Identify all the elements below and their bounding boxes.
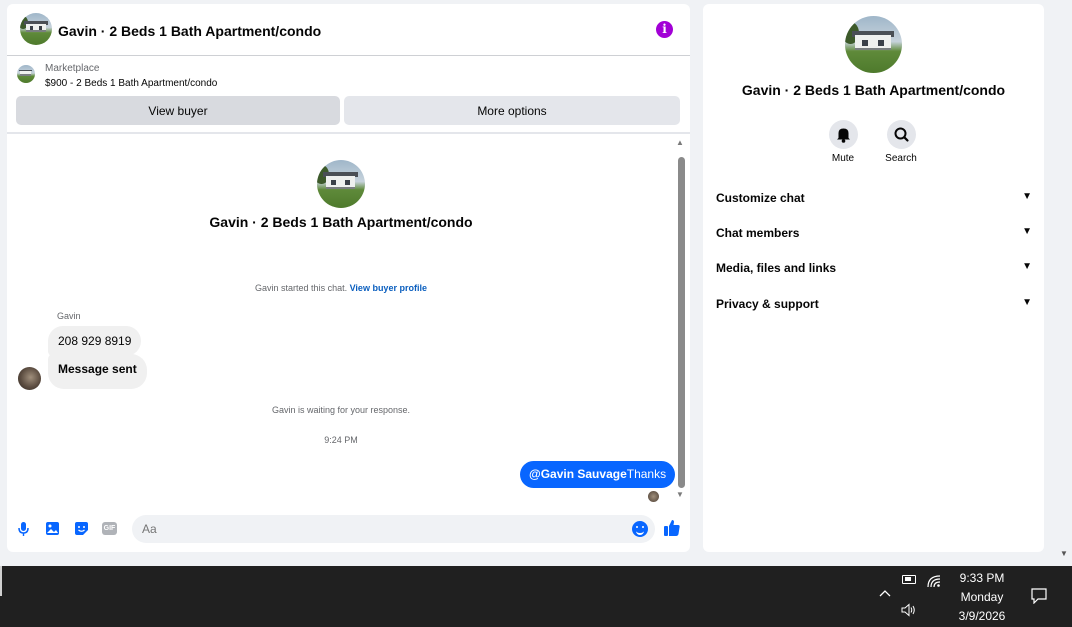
clock-day[interactable]: Monday [952,590,1012,604]
message-bubble-incoming[interactable]: Message sent [48,354,147,389]
search-button[interactable]: Search [871,120,931,164]
taskbar: 9:33 PM Monday 3/9/2026 [0,566,1072,627]
chat-avatar[interactable] [20,13,52,45]
info-avatar[interactable] [845,16,902,73]
chevron-down-icon: ▼ [1022,297,1032,308]
waiting-notice: Gavin is waiting for your response. [271,405,411,415]
more-options-button[interactable]: More options [344,96,680,125]
battery-icon[interactable] [902,575,916,584]
chat-header: Gavin · 2 Beds 1 Bath Apartment/condo i [7,4,690,56]
scroll-down-arrow[interactable]: ▼ [676,490,684,499]
chevron-down-icon: ▼ [1022,261,1032,272]
sticker-icon[interactable] [73,520,90,537]
sender-name: Gavin [57,311,81,321]
conversation-title: Gavin · 2 Beds 1 Bath Apartment/condo [209,214,473,230]
message-input[interactable] [132,515,655,543]
message-bubble-outgoing[interactable]: @Gavin SauvageThanks [520,461,676,488]
info-panel: Gavin · 2 Beds 1 Bath Apartment/condo Mu… [703,4,1044,552]
info-icon[interactable]: i [656,21,673,38]
chat-started-text: Gavin started this chat. [255,283,348,293]
conversation-avatar [317,160,365,208]
taskbar-edge [0,566,2,596]
clock-date[interactable]: 3/9/2026 [952,609,1012,623]
section-privacy-support[interactable]: Privacy & support ▼ [716,297,1032,311]
view-buyer-button[interactable]: View buyer [16,96,340,125]
wifi-icon[interactable] [927,574,941,588]
page-scroll-down-arrow[interactable]: ▼ [1060,549,1068,558]
section-media-files-links[interactable]: Media, files and links ▼ [716,261,1032,275]
message-text: Thanks [626,467,667,481]
emoji-icon[interactable] [632,521,648,537]
mic-icon[interactable] [15,520,32,537]
section-chat-members[interactable]: Chat members ▼ [716,226,1032,240]
section-label: Privacy & support [716,297,819,311]
seen-indicator-avatar [648,491,659,502]
scroll-up-arrow[interactable]: ▲ [676,138,684,147]
view-buyer-profile-link[interactable]: View buyer profile [350,283,427,293]
section-customize-chat[interactable]: Customize chat ▼ [716,191,1032,205]
listing-source: Marketplace [45,63,100,74]
sender-avatar[interactable] [18,367,41,390]
search-icon [894,127,909,142]
mute-label: Mute [831,153,855,164]
scrollbar-thumb[interactable] [678,157,685,488]
image-icon[interactable] [44,520,61,537]
divider [7,132,690,134]
clock-time[interactable]: 9:33 PM [952,571,1012,585]
chevron-down-icon: ▼ [1022,191,1032,202]
chat-panel: Gavin · 2 Beds 1 Bath Apartment/condo i … [7,4,690,552]
like-icon[interactable] [662,518,682,538]
section-label: Media, files and links [716,261,837,275]
mention[interactable]: @Gavin Sauvage [529,467,627,481]
search-label: Search [885,153,917,164]
chat-started-notice: Gavin started this chat. View buyer prof… [7,283,675,293]
chat-title[interactable]: Gavin · 2 Beds 1 Bath Apartment/condo [58,23,321,39]
gif-icon[interactable]: GIF [102,522,117,535]
section-label: Chat members [716,226,800,240]
bell-icon [836,128,850,143]
listing-title[interactable]: $900 - 2 Beds 1 Bath Apartment/condo [45,78,217,89]
listing-thumbnail[interactable] [17,65,35,83]
info-title: Gavin · 2 Beds 1 Bath Apartment/condo [741,82,1006,98]
message-bubble-incoming[interactable]: 208 929 8919 [48,326,142,356]
section-label: Customize chat [716,191,805,205]
message-timestamp: 9:24 PM [324,435,358,445]
chevron-down-icon: ▼ [1022,226,1032,237]
notification-icon[interactable] [1031,588,1047,605]
chevron-up-icon[interactable] [879,586,891,598]
mute-button[interactable]: Mute [813,120,873,164]
volume-icon[interactable] [901,603,917,617]
